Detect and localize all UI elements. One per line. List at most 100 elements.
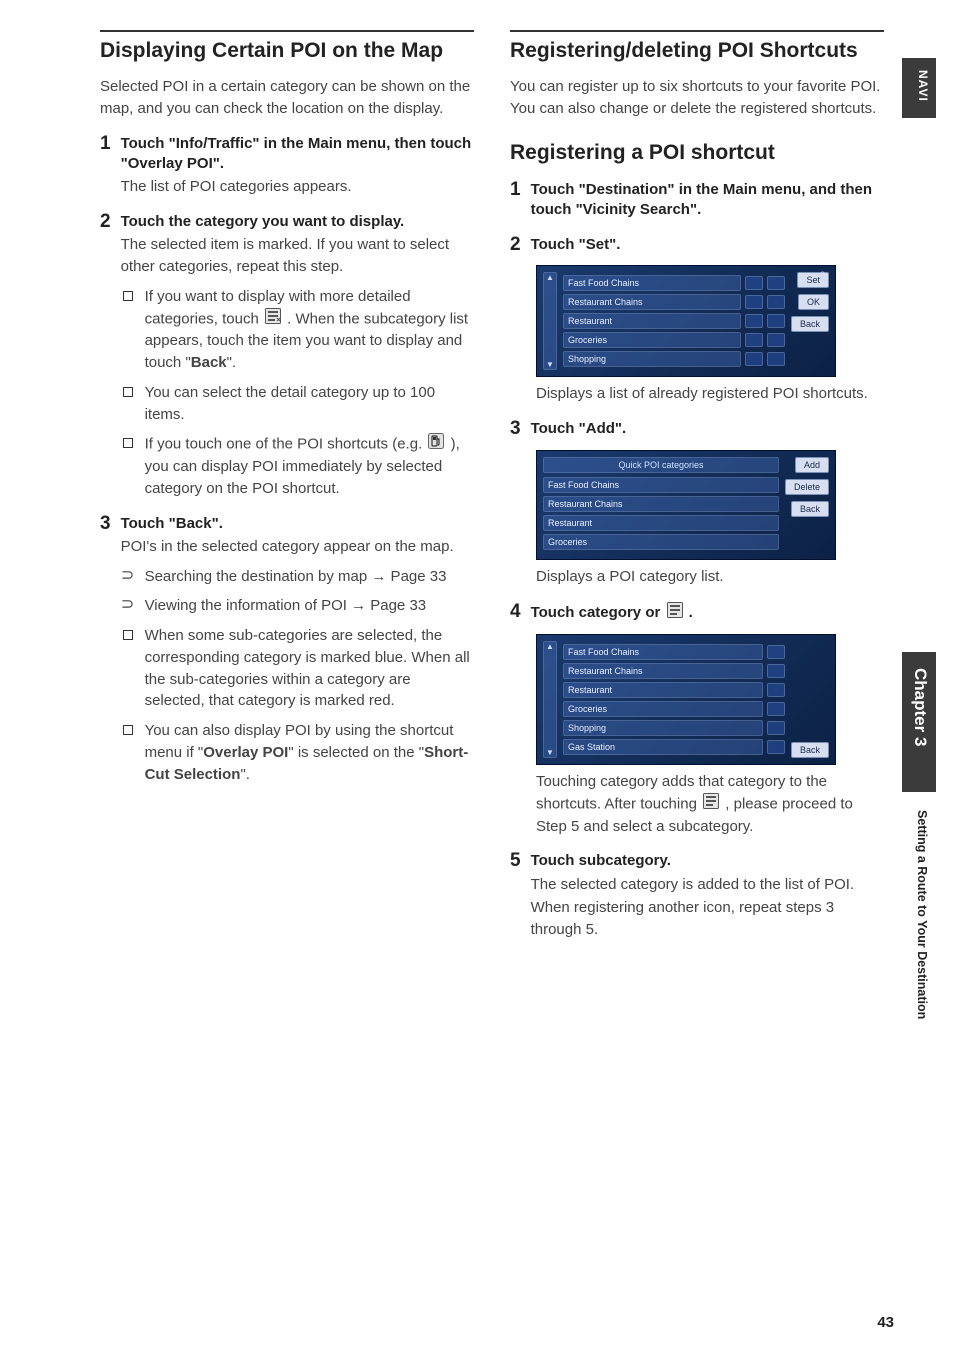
arrow-icon: →: [371, 568, 386, 585]
step-number: 2: [100, 212, 111, 500]
right-step-5: 5 Touch subcategory. The selected catego…: [510, 851, 884, 941]
bullet-item: ⊃ Searching the destination by map → Pag…: [121, 566, 474, 588]
page-number: 43: [877, 1314, 894, 1331]
subsection-title: Registering a POI shortcut: [510, 140, 884, 166]
shot-row: Fast Food Chains: [563, 644, 763, 660]
list-icon: [667, 602, 683, 624]
bullet-bold: Overlay POI: [203, 744, 288, 761]
shot-row: Shopping: [563, 720, 763, 736]
step-instruction: Touch "Set".: [531, 235, 884, 255]
step-number: 3: [510, 419, 521, 440]
step-note: The list of POI categories appears.: [121, 176, 474, 198]
square-bullet-icon: [123, 630, 133, 640]
step-after: Touching category adds that category to …: [536, 771, 884, 837]
arrow-icon: →: [351, 597, 366, 614]
right-step-1: 1 Touch "Destination" in the Main menu, …: [510, 180, 884, 221]
shot-row: Fast Food Chains: [563, 275, 741, 291]
shot-scrollbar: ▲▼: [543, 272, 557, 370]
shot-btn-delete: Delete: [785, 479, 829, 495]
arc-bullet-icon: ⊃: [121, 568, 135, 588]
shot-btn-back: Back: [791, 742, 829, 758]
bullet-item: If you want to display with more detaile…: [121, 286, 474, 374]
step-note: POI's in the selected category appear on…: [121, 536, 474, 558]
screenshot-add: Quick POI categories Fast Food Chains Re…: [536, 450, 836, 560]
right-intro: You can register up to six shortcuts to …: [510, 76, 884, 120]
bullet-text: When some sub-categories are selected, t…: [145, 625, 474, 712]
section-rule: [100, 30, 474, 32]
list-icon: [703, 793, 719, 816]
square-bullet-icon: [123, 291, 133, 301]
bullet-item: You can also display POI by using the sh…: [121, 720, 474, 785]
step-instruction: Touch "Destination" in the Main menu, an…: [531, 180, 884, 221]
bullet-text: You can select the detail category up to…: [145, 382, 474, 426]
shot-row: Restaurant: [563, 682, 763, 698]
step-note: The selected item is marked. If you want…: [121, 234, 474, 278]
shot-header: Quick POI categories: [543, 457, 779, 473]
chapter-label: Chapter 3: [910, 668, 930, 746]
square-bullet-icon: [123, 387, 133, 397]
shot-row: Fast Food Chains: [543, 477, 779, 493]
chapter-sub-label: Setting a Route to Your Destination: [915, 810, 929, 1019]
bullet-text: Page 33: [386, 568, 446, 585]
bullet-item: If you touch one of the POI shortcuts (e…: [121, 433, 474, 499]
shot-btn-back: Back: [791, 501, 829, 517]
side-tab-label: NAVI: [916, 70, 930, 102]
bullet-text: ".: [240, 766, 250, 783]
arc-bullet-icon: ⊃: [121, 597, 135, 617]
screenshot-category: ▲▼ Fast Food Chains Restaurant Chains Re…: [536, 634, 836, 765]
right-step-3: 3 Touch "Add".: [510, 419, 884, 440]
bullet-item: You can select the detail category up to…: [121, 382, 474, 426]
bullet-text: ".: [227, 354, 237, 371]
section-rule: [510, 30, 884, 32]
shot-row: Restaurant Chains: [543, 496, 779, 512]
step-after: Displays a list of already registered PO…: [536, 383, 884, 405]
left-step-1: 1 Touch "Info/Traffic" in the Main menu,…: [100, 134, 474, 198]
bullet-bold: Back: [191, 354, 227, 371]
bullet-item: ⊃ Viewing the information of POI → Page …: [121, 595, 474, 617]
bullet-text: " is selected on the ": [288, 744, 424, 761]
shot-row: Restaurant: [563, 313, 741, 329]
step-instruction: Touch "Add".: [531, 419, 884, 439]
bullet-text: Viewing the information of POI: [145, 597, 352, 614]
step-instruction: Touch "Info/Traffic" in the Main menu, t…: [121, 134, 474, 175]
left-section-title: Displaying Certain POI on the Map: [100, 38, 474, 64]
shot-scrollbar: ▲▼: [543, 641, 557, 758]
screenshot-set: 0 ▲▼ Fast Food Chains Restaurant Chains …: [536, 265, 836, 377]
step-number: 2: [510, 235, 521, 256]
shot-row: Restaurant Chains: [563, 294, 741, 310]
right-step-4: 4 Touch category or .: [510, 602, 884, 624]
shot-btn-add: Add: [795, 457, 829, 473]
shot-row: Shopping: [563, 351, 741, 367]
step-number: 3: [100, 514, 111, 786]
step-number: 4: [510, 602, 521, 624]
shot-row: Gas Station: [563, 739, 763, 755]
left-intro: Selected POI in a certain category can b…: [100, 76, 474, 120]
shot-btn-back: Back: [791, 316, 829, 332]
step-number: 1: [510, 180, 521, 221]
step-number: 5: [510, 851, 521, 941]
shot-row: Groceries: [543, 534, 779, 550]
bullet-text: If you touch one of the POI shortcuts (e…: [145, 436, 427, 453]
shot-row: Restaurant: [543, 515, 779, 531]
step-instruction: Touch the category you want to display.: [121, 212, 474, 232]
step-number: 1: [100, 134, 111, 198]
shot-count: 0: [820, 270, 825, 280]
bullet-text: Page 33: [366, 597, 426, 614]
square-bullet-icon: [123, 725, 133, 735]
list-icon: [265, 308, 281, 331]
step-note: When registering another icon, repeat st…: [531, 897, 884, 941]
square-bullet-icon: [123, 438, 133, 448]
step-instruction: Touch subcategory.: [531, 851, 884, 871]
left-step-2: 2 Touch the category you want to display…: [100, 212, 474, 500]
left-step-3: 3 Touch "Back". POI's in the selected ca…: [100, 514, 474, 786]
right-step-2: 2 Touch "Set".: [510, 235, 884, 256]
right-section-title: Registering/deleting POI Shortcuts: [510, 38, 884, 64]
shot-row: Groceries: [563, 332, 741, 348]
step-instruction: Touch category or .: [531, 602, 884, 624]
step-instruction: Touch "Back".: [121, 514, 474, 534]
bullet-text: Searching the destination by map: [145, 568, 372, 585]
shot-row: Restaurant Chains: [563, 663, 763, 679]
shot-btn-ok: OK: [798, 294, 829, 310]
step-note: The selected category is added to the li…: [531, 874, 884, 896]
shot-row: Groceries: [563, 701, 763, 717]
